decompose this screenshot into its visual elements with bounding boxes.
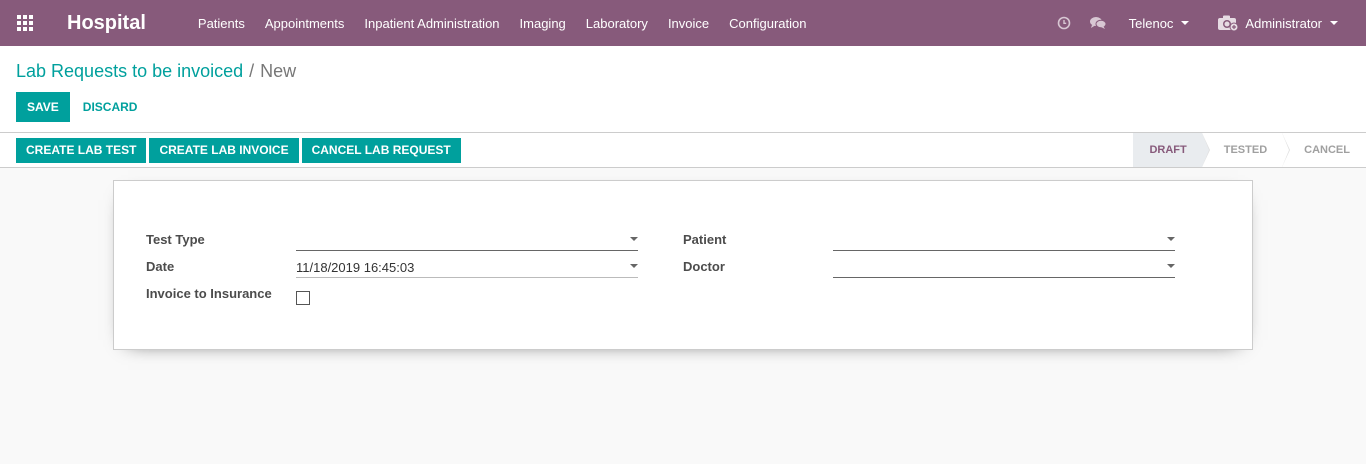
apps-menu-button[interactable] xyxy=(0,0,50,46)
top-navbar: Hospital Patients Appointments Inpatient… xyxy=(0,0,1366,46)
main-menu: Patients Appointments Inpatient Administ… xyxy=(192,16,817,31)
form-sheet: Test Type Date 11/18/2019 16:45:03 Invoi… xyxy=(113,180,1253,350)
control-panel: Lab Requests to be invoiced / New SAVE D… xyxy=(0,46,1366,133)
field-row-invoice-to-insurance: Invoice to Insurance xyxy=(146,278,638,305)
field-row-doctor: Doctor xyxy=(683,251,1175,278)
stage-cancel-label: CANCEL xyxy=(1304,144,1350,156)
dropdown-caret-icon[interactable] xyxy=(1167,264,1175,268)
form-buttons: SAVE DISCARD xyxy=(16,92,1350,122)
menu-item-configuration[interactable]: Configuration xyxy=(719,16,816,31)
form-statusbar: CREATE LAB TEST CREATE LAB INVOICE CANCE… xyxy=(0,133,1366,168)
dropdown-caret-icon[interactable] xyxy=(630,237,638,241)
field-row-test-type: Test Type xyxy=(146,224,638,251)
form-group-right: Patient Doctor xyxy=(683,224,1175,349)
avatar-camera-icon xyxy=(1217,14,1239,32)
stage-draft-label: DRAFT xyxy=(1149,144,1187,156)
field-row-date: Date 11/18/2019 16:45:03 xyxy=(146,251,638,278)
field-row-patient: Patient xyxy=(683,224,1175,251)
create-lab-test-button[interactable]: CREATE LAB TEST xyxy=(16,137,147,163)
menu-item-imaging[interactable]: Imaging xyxy=(510,16,576,31)
doctor-label: Doctor xyxy=(683,259,725,274)
date-value: 11/18/2019 16:45:03 xyxy=(296,259,415,275)
breadcrumb-separator: / xyxy=(249,60,255,81)
save-button[interactable]: SAVE xyxy=(16,92,70,122)
apps-grid-icon xyxy=(17,15,33,31)
app-brand[interactable]: Hospital xyxy=(50,12,192,35)
dropdown-caret-icon[interactable] xyxy=(1167,237,1175,241)
form-group-left: Test Type Date 11/18/2019 16:45:03 Invoi… xyxy=(146,224,638,349)
test-type-label: Test Type xyxy=(146,232,205,247)
patient-label: Patient xyxy=(683,232,727,247)
breadcrumb-current: New xyxy=(260,60,297,81)
user-name: Administrator xyxy=(1245,15,1322,31)
menu-item-appointments[interactable]: Appointments xyxy=(255,16,355,31)
discard-button[interactable]: DISCARD xyxy=(70,92,151,122)
cancel-lab-request-button[interactable]: CANCEL LAB REQUEST xyxy=(301,137,461,163)
messages-chat-icon[interactable] xyxy=(1081,0,1115,46)
menu-item-inpatient-administration[interactable]: Inpatient Administration xyxy=(354,16,509,31)
breadcrumb-parent-link[interactable]: Lab Requests to be invoiced xyxy=(16,61,243,82)
company-name: Telenoc xyxy=(1128,15,1174,31)
test-type-select[interactable] xyxy=(296,224,638,251)
company-switcher[interactable]: Telenoc xyxy=(1115,16,1204,31)
chevron-down-icon xyxy=(1330,21,1338,25)
stage-cancel[interactable]: CANCEL xyxy=(1282,133,1366,167)
navbar-systray: Telenoc Administrator xyxy=(1047,0,1366,46)
user-menu[interactable]: Administrator xyxy=(1203,14,1366,32)
invoice-to-insurance-label: Invoice to Insurance xyxy=(146,286,272,301)
stage-draft[interactable]: DRAFT xyxy=(1133,133,1210,167)
date-input[interactable]: 11/18/2019 16:45:03 xyxy=(296,251,638,278)
stage-tested-label: TESTED xyxy=(1223,144,1268,156)
date-label: Date xyxy=(146,259,175,274)
menu-item-invoice[interactable]: Invoice xyxy=(658,16,719,31)
form-sheet-background: Test Type Date 11/18/2019 16:45:03 Invoi… xyxy=(0,168,1366,350)
doctor-select[interactable] xyxy=(833,251,1175,278)
dropdown-caret-icon[interactable] xyxy=(630,264,638,268)
stage-tested[interactable]: TESTED xyxy=(1202,133,1291,167)
chevron-down-icon xyxy=(1181,21,1190,25)
menu-item-laboratory[interactable]: Laboratory xyxy=(576,16,658,31)
menu-item-patients[interactable]: Patients xyxy=(192,16,255,31)
invoice-to-insurance-checkbox[interactable] xyxy=(296,291,310,305)
breadcrumb: Lab Requests to be invoiced / New xyxy=(16,60,1350,82)
patient-select[interactable] xyxy=(833,224,1175,251)
activities-clock-icon[interactable] xyxy=(1047,0,1081,46)
status-stages: DRAFT TESTED CANCEL xyxy=(1133,133,1366,167)
create-lab-invoice-button[interactable]: CREATE LAB INVOICE xyxy=(149,137,299,163)
